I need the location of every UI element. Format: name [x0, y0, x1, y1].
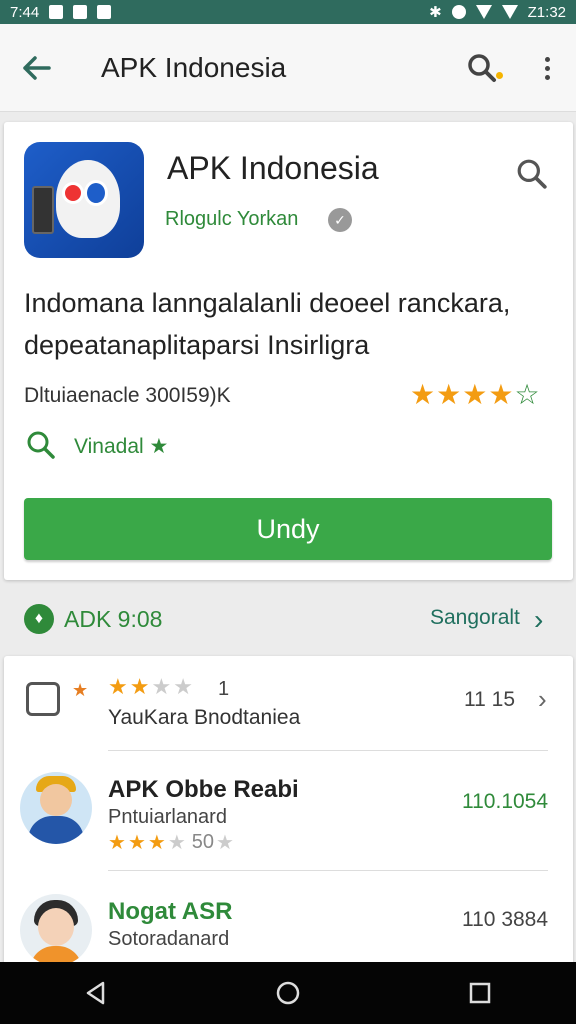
search-icon [517, 159, 547, 189]
avatar [20, 772, 92, 844]
app-detail-card: APK Indonesia Rlogulc Yorkan ✓ Indomana … [4, 122, 573, 580]
page-title: APK Indonesia [101, 52, 287, 83]
review-meta: 11 15 [464, 688, 515, 711]
star-icon: ★ [462, 379, 488, 410]
star-icon: ★ [410, 379, 436, 410]
status-bar: 7:44 ✱ Z1:32 [0, 0, 576, 24]
more-vert-icon [544, 56, 550, 62]
system-nav-bar [0, 962, 576, 1024]
back-arrow-icon [23, 56, 51, 80]
bluetooth-icon: ✱ [429, 4, 442, 21]
recents-square-icon [469, 982, 491, 1004]
image-notification-icon [97, 5, 112, 19]
status-time: 7:44 [10, 3, 40, 21]
item-subtitle: Pntuiarlanard [108, 806, 227, 828]
divider [108, 750, 548, 751]
section-title: ADK 9:08 [64, 606, 163, 632]
item-rating-count: 50 [191, 831, 214, 853]
item-price: 110.1054 [462, 790, 549, 813]
nav-recents-button[interactable] [455, 968, 505, 1018]
app-name: APK Indonesia [167, 150, 379, 186]
more-options-button[interactable] [532, 48, 562, 88]
item-price: 110 3884 [462, 908, 549, 931]
star-icon: ★ [436, 379, 462, 410]
notification-icon [49, 5, 64, 19]
app-description: Indomana lanngalalanli deoeel ranckara, … [24, 288, 511, 360]
review-row[interactable]: ★ ★ ★ ★ ★ 1 YauKara Bnodtaniea 11 15 › [4, 656, 573, 756]
divider [108, 870, 548, 871]
wifi-icon [475, 5, 492, 19]
status-clock: Z1:32 [527, 3, 566, 21]
see-more-link[interactable]: Sangoralt [430, 606, 520, 630]
developer-link[interactable]: Rlogulc Yorkan [165, 208, 298, 231]
nav-home-button[interactable] [263, 968, 313, 1018]
list-item[interactable]: APK Obbe Reabi Pntuiarlanard ★ ★ ★ ★ 50 ★ 1… [4, 756, 573, 856]
review-count: 1 [218, 678, 230, 700]
star-icon: ★ [488, 379, 514, 410]
signal-icon [501, 5, 518, 19]
avatar [20, 894, 92, 966]
review-icon [26, 682, 60, 716]
verify-search-button[interactable] [24, 428, 58, 462]
install-button[interactable]: Undy [24, 498, 552, 560]
verified-label: Vinadal ★ [74, 434, 168, 459]
review-subtitle: YauKara Bnodtaniea [108, 706, 301, 729]
search-icon [27, 431, 55, 459]
app-notification-icon [73, 5, 88, 19]
chevron-right-icon[interactable]: › [538, 684, 547, 715]
review-badge-icon: ★ [72, 680, 89, 700]
verified-star-icon: ★ [149, 435, 169, 458]
home-circle-icon [276, 981, 300, 1005]
app-icon [24, 142, 144, 258]
back-triangle-icon [86, 981, 105, 1005]
item-title: Nogat ASR [108, 898, 233, 925]
search-icon [468, 54, 496, 82]
download-count: Dltuiaenacle 300I59)K [24, 384, 231, 407]
item-title: APK Obbe Reabi [108, 776, 299, 803]
location-icon [451, 5, 466, 19]
chevron-right-icon[interactable]: › [534, 604, 543, 636]
notification-dot [496, 72, 503, 79]
developer-badge-icon: ✓ [328, 208, 352, 232]
item-rating: ★ ★ ★ ★ 50 ★ [108, 831, 234, 854]
nav-back-button[interactable] [71, 968, 121, 1018]
search-button[interactable] [462, 48, 502, 88]
section-badge-icon: ♦ [24, 604, 54, 634]
item-subtitle: Sotoradanard [108, 928, 230, 950]
section-header: ♦ ADK 9:08 Sangoralt › [0, 596, 576, 644]
card-search-button[interactable] [512, 154, 552, 194]
back-button[interactable] [18, 50, 54, 86]
verified-text: Vinadal [74, 435, 144, 458]
app-bar: APK Indonesia [0, 24, 576, 112]
review-stars: ★ ★ ★ ★ [108, 674, 193, 699]
rating-stars: ★ ★ ★ ★ ☆ [410, 378, 540, 411]
related-list: ★ ★ ★ ★ ★ 1 YauKara Bnodtaniea 11 15 › APK … [4, 656, 573, 976]
star-outline-icon: ☆ [514, 379, 540, 410]
